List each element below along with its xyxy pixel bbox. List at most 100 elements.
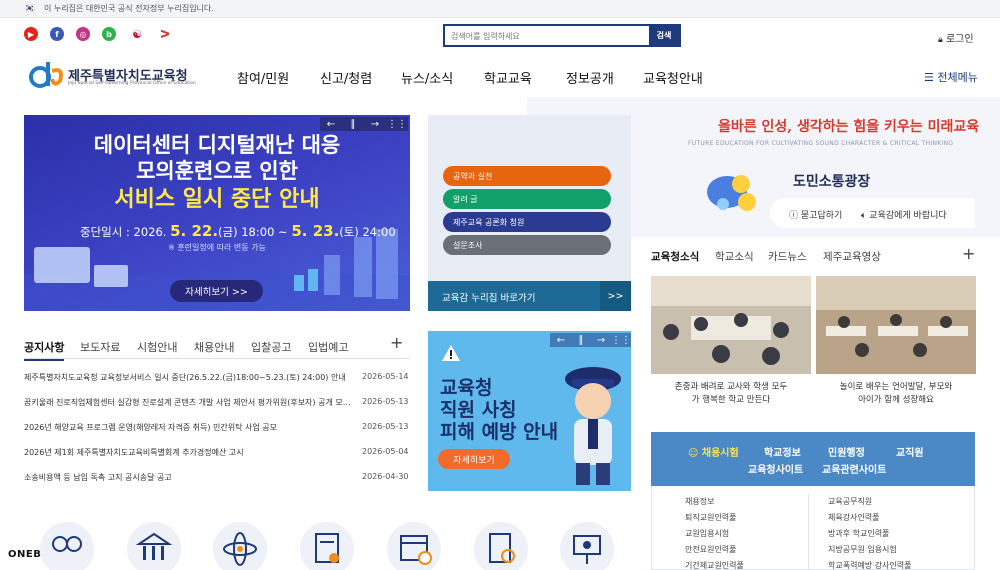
login-link[interactable]: 🔒︎ 로그인 [938, 30, 974, 45]
banner-pause-button[interactable]: ∥ [342, 117, 364, 131]
tab-legislation[interactable]: 입법예고 [308, 339, 348, 355]
petition-link[interactable]: 제주교육 공론화 청원 [443, 212, 611, 232]
notice-row-title[interactable]: 제주특별자치도교육청 교육정보서비스 일시 중단(26.5.22.(금)18:0… [24, 372, 354, 383]
tab-related-sites[interactable]: 교육관련사이트 [822, 461, 886, 476]
tab-recruit-exam-label: 채용시험 [701, 448, 739, 459]
superintendent-wish-link[interactable]: 🔈︎ 교육감에게 바랍니다 [861, 208, 947, 221]
news-more-plus-icon[interactable]: + [962, 244, 975, 263]
poster-pause-button[interactable]: ∥ [570, 333, 592, 347]
blog-icon[interactable]: b [102, 27, 116, 41]
lock-icon: 🔒︎ [938, 35, 943, 45]
people-icon[interactable] [40, 522, 94, 570]
service-link[interactable]: 기간제교원인력풀 [685, 560, 744, 570]
banner-grid-button[interactable]: ⋮⋮ [386, 117, 408, 131]
superintendent-site-link[interactable]: 교육감 누리집 바로가기 >> [428, 281, 631, 311]
nav-disclosure[interactable]: 정보공개 [566, 68, 614, 87]
science-icon[interactable] [213, 522, 267, 570]
logo-icon[interactable] [24, 59, 64, 89]
tab-office-news[interactable]: 교육청소식 [651, 249, 699, 264]
nav-school-education[interactable]: 학교교육 [484, 68, 532, 87]
service-link[interactable]: 채용정보 [685, 496, 714, 507]
all-menu-button[interactable]: ☰ 전체메뉴 [924, 69, 978, 85]
facebook-icon[interactable]: f [50, 27, 64, 41]
question-icon: ⓘ [789, 211, 799, 221]
banner-next-button[interactable]: → [364, 117, 386, 131]
search-button[interactable]: 검색 [649, 26, 679, 45]
instagram-icon[interactable]: ◎ [76, 27, 90, 41]
main-banner[interactable]: 데이터센터 디지털재난 대응 모의훈련으로 인한 서비스 일시 중단 안내 중단… [24, 115, 410, 311]
notice-row-title[interactable]: 2026년 해양교육 프로그램 운영(해양레저 자격증 취득) 민간위탁 사업 … [24, 422, 354, 433]
tab-office-sites[interactable]: 교육청사이트 [748, 461, 803, 476]
poster-prev-button[interactable]: ← [550, 333, 572, 347]
service-link[interactable]: 체육강사인력풀 [828, 512, 880, 523]
poster-next-button[interactable]: → [590, 333, 612, 347]
document-search-icon[interactable] [474, 522, 528, 570]
tab-school-news[interactable]: 학교소식 [715, 249, 754, 264]
tab-card-news[interactable]: 카드뉴스 [768, 249, 807, 264]
notice-writing-link[interactable]: 알려 글 [443, 189, 611, 209]
news-caption-line: 아이가 함께 성장해요 [858, 395, 934, 405]
nav-news[interactable]: 뉴스/소식 [401, 68, 453, 87]
impersonation-warning-banner[interactable]: 교육청 직원 사칭 피해 예방 안내 자세히보기 ← ∥ → ⋮⋮ [428, 331, 631, 491]
banner-prev-button[interactable]: ← [320, 117, 342, 131]
service-link[interactable]: 안전요원인력풀 [685, 544, 737, 555]
taegeuk-icon[interactable]: ☯ [130, 27, 144, 41]
service-tab-box: ☺︎ 채용시험 학교정보 민원행정 교직원 교육청사이트 교육관련사이트 [651, 432, 975, 486]
survey-link[interactable]: 설문조사 [443, 235, 611, 255]
nav-report[interactable]: 신고/청렴 [320, 68, 372, 87]
banner-more-button[interactable]: 자세히보기 >> [170, 280, 263, 302]
presentation-icon[interactable] [560, 522, 614, 570]
calendar-icon[interactable] [387, 522, 441, 570]
all-menu-label: 전체메뉴 [937, 71, 978, 84]
news-photo[interactable] [816, 276, 976, 374]
tab-school-info[interactable]: 학교정보 [764, 444, 801, 459]
superintendent-wish-label: 교육감에게 바랍니다 [869, 211, 947, 221]
notice-row-title[interactable]: 꿈키울래 진로직업체험센터 실감형 진로설계 콘텐츠 개발 사업 제안서 평가위… [24, 397, 354, 408]
youtube-icon[interactable]: ▶ [24, 27, 38, 41]
poster-more-button[interactable]: 자세히보기 [438, 449, 510, 469]
notice-row-title[interactable]: 소송비용액 등 납입 독촉 고지 공시송달 공고 [24, 472, 354, 483]
gov-notice-text: 이 누리집은 대한민국 공식 전자정부 누리집입니다. [44, 4, 214, 13]
banner-note: ※ 훈련일정에 따라 변동 가능 [168, 243, 266, 252]
superintendent-site-label: 교육감 누리집 바로가기 [442, 293, 536, 304]
police-character-illustration [565, 367, 621, 485]
app-icon[interactable]: ᐳ [158, 27, 172, 41]
tab-staff[interactable]: 교직원 [896, 444, 924, 459]
banner-time-end: (토) 24:00 [339, 225, 396, 239]
service-link[interactable]: 퇴직교원인력풀 [685, 512, 737, 523]
notice-more-plus-icon[interactable]: + [390, 333, 403, 352]
slogan-text: 올바른 인성, 생각하는 힘을 키우는 미래교육 [718, 119, 980, 135]
tab-recruit-exam[interactable]: ☺︎ 채용시험 [688, 444, 739, 459]
service-link[interactable]: 지방공무원 임용시험 [828, 544, 897, 555]
news-photo[interactable] [651, 276, 811, 374]
news-caption-line: 놀이로 배우는 언어발달, 부모와 [839, 382, 953, 392]
tab-video[interactable]: 제주교육영상 [823, 249, 881, 264]
service-link[interactable]: 방과후 학교인력풀 [828, 528, 889, 539]
nav-office-info[interactable]: 교육청안내 [643, 68, 703, 87]
search-input[interactable] [451, 29, 641, 43]
poster-grid-button[interactable]: ⋮⋮ [610, 333, 631, 347]
tab-recruit[interactable]: 채용안내 [194, 339, 234, 355]
certificate-icon[interactable] [300, 522, 354, 570]
notice-row-title[interactable]: 2026년 제1회 제주특별자치도교육비특별회계 추가경정예산 고시 [24, 447, 354, 458]
service-link[interactable]: 교육공무직원 [828, 496, 872, 507]
news-caption[interactable]: 존중과 배려로 교사와 학생 모두 가 행복한 학교 만든다 [651, 381, 811, 407]
tab-press[interactable]: 보도자료 [80, 339, 120, 355]
login-label: 로그인 [945, 34, 974, 45]
nav-participation[interactable]: 참여/민원 [237, 68, 289, 87]
service-list-divider [808, 494, 809, 570]
institution-icon[interactable] [127, 522, 181, 570]
tab-bid[interactable]: 입찰공고 [251, 339, 291, 355]
qna-link[interactable]: ⓘ 묻고답하기 [789, 208, 842, 221]
notice-row-date: 2026-04-30 [362, 472, 409, 481]
service-link[interactable]: 학교폭력예방 강사인력풀 [828, 560, 912, 570]
notice-row-date: 2026-05-13 [362, 422, 409, 431]
banner-time-start: (금) 18:00 ~ [218, 225, 288, 239]
pledge-link[interactable]: 공약과 실천 [443, 166, 611, 186]
korea-flag-icon: 🇰🇷 [24, 4, 36, 14]
plaza-title: 도민소통광장 [793, 174, 871, 190]
service-link[interactable]: 교원임용시험 [685, 528, 729, 539]
tab-exam[interactable]: 시험안내 [137, 339, 177, 355]
tab-civil-admin[interactable]: 민원행정 [828, 444, 865, 459]
news-caption[interactable]: 놀이로 배우는 언어발달, 부모와 아이가 함께 성장해요 [816, 381, 976, 407]
